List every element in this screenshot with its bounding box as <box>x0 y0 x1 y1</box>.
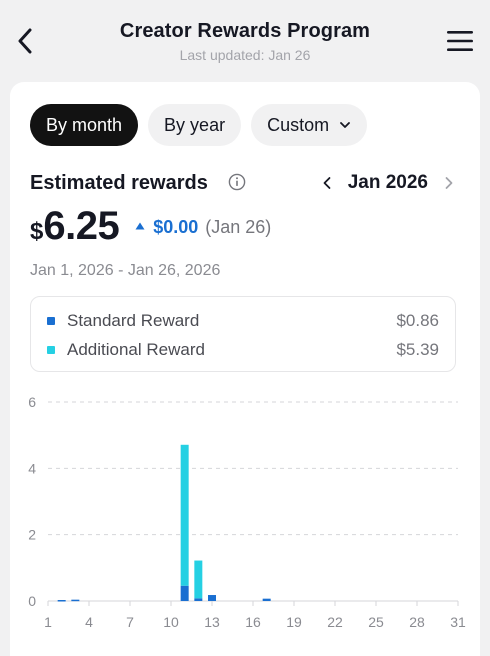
x-tick-label: 13 <box>204 614 220 630</box>
estimated-rewards-row: Estimated rewards Jan 2026 <box>30 170 460 196</box>
legend-item-standard: Standard Reward $0.86 <box>47 309 439 333</box>
legend-swatch-standard <box>47 317 55 325</box>
y-tick-label: 0 <box>28 593 36 609</box>
menu-button[interactable] <box>444 26 476 56</box>
info-icon[interactable] <box>228 173 246 191</box>
bar-standard-day-11 <box>180 585 189 601</box>
tab-by-month-label: By month <box>46 114 123 135</box>
x-tick-label: 28 <box>409 614 425 630</box>
x-tick-label: 22 <box>327 614 343 630</box>
currency-symbol: $ <box>30 218 44 245</box>
previous-month-button[interactable] <box>316 172 338 194</box>
x-tick-label: 31 <box>450 614 466 630</box>
current-month-label: Jan 2026 <box>347 172 428 193</box>
date-range-text: Jan 1, 2026 - Jan 26, 2026 <box>30 262 221 279</box>
tab-by-year-label: By year <box>164 114 226 135</box>
bar-standard-day-13 <box>208 595 216 601</box>
tab-by-year[interactable]: By year <box>148 104 242 146</box>
title-block: Creator Rewards Program Last updated: Ja… <box>0 20 490 63</box>
legend-name-additional: Additional Reward <box>67 340 205 359</box>
bar-standard-day-12 <box>194 598 203 601</box>
last-updated-text: Last updated: Jan 26 <box>179 47 311 63</box>
page-title: Creator Rewards Program <box>119 20 371 42</box>
rewards-card: By month By year Custom Estimated reward… <box>10 82 480 656</box>
tab-by-month[interactable]: By month <box>30 104 139 146</box>
change-value: $0.00 <box>153 217 199 237</box>
chevron-down-icon <box>339 121 351 129</box>
chevron-left-icon <box>323 177 331 189</box>
top-bar: Creator Rewards Program Last updated: Ja… <box>0 0 490 80</box>
y-tick-label: 2 <box>28 527 36 543</box>
month-navigator: Jan 2026 <box>316 172 460 194</box>
triangle-up-icon <box>135 222 145 230</box>
y-tick-label: 4 <box>28 460 36 476</box>
reward-breakdown-legend: Standard Reward $0.86 Additional Reward … <box>30 296 456 372</box>
bar-additional-day-12 <box>194 560 203 599</box>
bar-standard-day-3 <box>71 599 80 602</box>
chevron-right-icon <box>445 177 453 189</box>
bar-additional-day-11 <box>180 444 189 586</box>
estimated-rewards-label: Estimated rewards <box>30 172 208 194</box>
legend-name-standard: Standard Reward <box>67 311 200 330</box>
x-tick-label: 25 <box>368 614 384 630</box>
x-tick-label: 19 <box>286 614 302 630</box>
legend-value-standard: $0.86 <box>396 311 439 330</box>
x-tick-label: 16 <box>245 614 261 630</box>
tab-custom[interactable]: Custom <box>251 104 368 146</box>
bar-standard-day-2 <box>57 600 66 602</box>
tab-custom-label: Custom <box>267 114 330 135</box>
next-month-button[interactable] <box>438 172 460 194</box>
total-amount: 6.25 <box>43 204 120 248</box>
y-tick-label: 6 <box>28 394 36 410</box>
legend-swatch-additional <box>47 346 55 354</box>
x-tick-label: 4 <box>85 614 93 630</box>
daily-rewards-chart: 0 2 4 6 1 4 7 10 13 16 19 22 25 28 31 <box>10 378 480 638</box>
change-date: (Jan 26) <box>205 217 272 237</box>
period-tabs: By month By year Custom <box>30 104 368 146</box>
x-tick-label: 1 <box>44 614 52 630</box>
total-amount-row: $ 6.25 $0.00 (Jan 26) <box>30 204 271 250</box>
legend-item-additional: Additional Reward $5.39 <box>47 338 439 362</box>
bar-standard-day-17 <box>262 598 271 601</box>
x-tick-label: 10 <box>163 614 179 630</box>
x-tick-label: 7 <box>126 614 134 630</box>
daily-change: $0.00 (Jan 26) <box>135 217 271 238</box>
legend-value-additional: $5.39 <box>396 340 439 359</box>
hamburger-menu-icon <box>447 31 473 51</box>
rewards-bar-chart: 0 2 4 6 1 4 7 10 13 16 19 22 25 28 31 <box>28 394 466 630</box>
